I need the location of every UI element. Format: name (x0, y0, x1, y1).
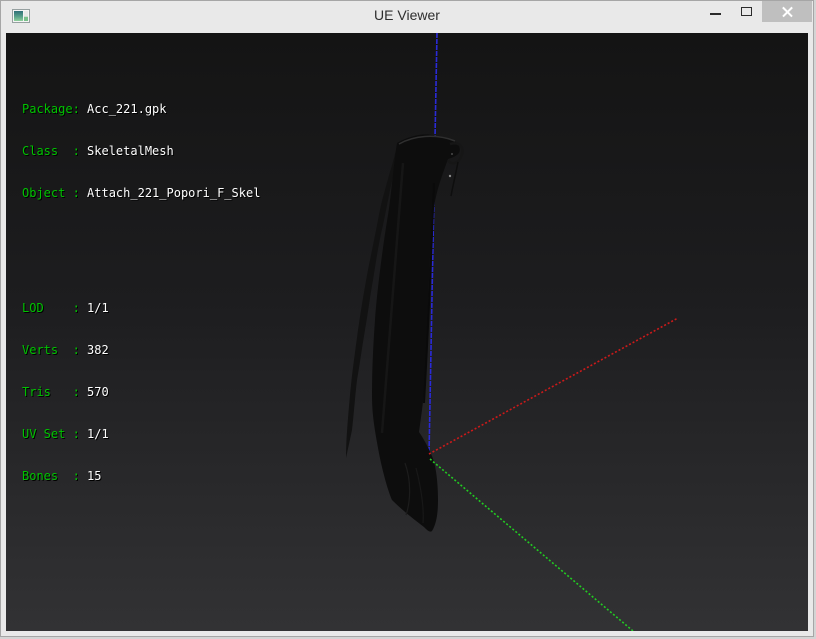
stat-value: 15 (80, 469, 102, 483)
mesh-speck-highlight (449, 175, 451, 177)
axis-x-line (429, 318, 678, 454)
mesh-speck-highlight-2 (451, 153, 453, 155)
axis-y-line (430, 459, 633, 631)
info-value: SkeletalMesh (80, 144, 174, 158)
3d-viewport[interactable]: Package: Acc_221.gpk Class : SkeletalMes… (6, 33, 808, 631)
stat-line-verts: Verts : 382 (22, 343, 260, 357)
info-line-class: Class : SkeletalMesh (22, 144, 260, 158)
window-controls (700, 1, 812, 22)
maximize-button[interactable] (731, 1, 762, 22)
titlebar[interactable]: UE Viewer (1, 1, 813, 32)
ue-viewer-window: UE Viewer (0, 0, 814, 637)
stat-value: 1/1 (80, 427, 109, 441)
stat-line-lod: LOD : 1/1 (22, 301, 260, 315)
mesh-stats-block: LOD : 1/1 Verts : 382 Tris : 570 UV Set … (22, 273, 260, 511)
info-value: Acc_221.gpk (80, 102, 167, 116)
stat-value: 382 (80, 343, 109, 357)
window-title: UE Viewer (1, 7, 813, 23)
stat-value: 1/1 (80, 301, 109, 315)
stat-label: Tris : (22, 385, 80, 399)
stat-label: Verts : (22, 343, 80, 357)
stat-line-uvset: UV Set : 1/1 (22, 427, 260, 441)
info-line-object: Object : Attach_221_Popori_F_Skel (22, 186, 260, 200)
minimize-button[interactable] (700, 1, 731, 22)
mesh-hook-strand (451, 162, 458, 196)
package-info-block: Package: Acc_221.gpk Class : SkeletalMes… (22, 74, 260, 228)
info-label: Class : (22, 144, 80, 158)
info-overlay: Package: Acc_221.gpk Class : SkeletalMes… (22, 46, 260, 539)
info-label: Package: (22, 102, 80, 116)
info-label: Object : (22, 186, 80, 200)
stat-label: Bones : (22, 469, 80, 483)
info-value: Attach_221_Popori_F_Skel (80, 186, 261, 200)
stat-label: UV Set : (22, 427, 80, 441)
info-line-package: Package: Acc_221.gpk (22, 102, 260, 116)
stat-line-bones: Bones : 15 (22, 469, 260, 483)
maximize-icon (741, 7, 752, 16)
close-icon (781, 5, 794, 18)
stat-label: LOD : (22, 301, 80, 315)
close-button[interactable] (762, 1, 812, 22)
minimize-icon (710, 13, 721, 15)
stat-line-tris: Tris : 570 (22, 385, 260, 399)
stat-value: 570 (80, 385, 109, 399)
